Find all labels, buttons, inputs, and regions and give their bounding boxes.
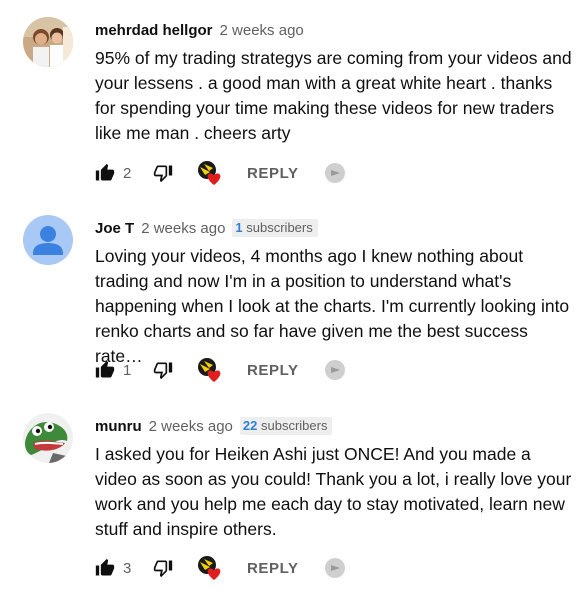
comment-actions: 1 REPLY [95,357,575,383]
comment-header: mehrdad hellgor 2 weeks ago [95,20,304,40]
author-name[interactable]: mehrdad hellgor [95,22,213,39]
creator-heart-badge [196,158,222,186]
thumbs-up-filled-icon [95,163,115,181]
thumbs-down-outline-icon [153,560,173,578]
extension-button[interactable] [324,357,346,383]
like-count: 3 [123,559,132,577]
default-person-avatar-icon [23,215,73,265]
dislike-button[interactable] [153,555,173,581]
comment-actions: 2 REPLY [95,160,575,186]
comment-text: 95% of my trading strategys are coming f… [95,48,572,143]
avatar[interactable] [23,17,73,67]
extension-button[interactable] [324,555,346,581]
like-button[interactable] [95,555,115,581]
creator-heart-icon [198,556,221,580]
dislike-button[interactable] [153,160,173,186]
like-button[interactable] [95,160,115,186]
subscriber-label: subscribers [257,418,328,433]
thumbs-up-filled-icon [95,360,115,378]
creator-heart-badge [196,355,222,383]
like-button[interactable] [95,357,115,383]
comment-header: Joe T 2 weeks ago 1 subscribers [95,218,318,238]
comment-time[interactable]: 2 weeks ago [141,220,225,237]
avatar[interactable] [23,413,73,463]
subscriber-badge: 1 subscribers [232,219,318,237]
like-count: 1 [123,361,132,379]
author-name[interactable]: Joe T [95,220,134,237]
thumbs-down-outline-icon [153,165,173,183]
comment-text: Loving your videos, 4 months ago I knew … [95,246,570,366]
subscriber-badge: 22 subscribers [239,417,333,435]
thumbs-down-outline-icon [153,362,173,380]
reply-button[interactable]: REPLY [247,160,299,186]
creator-heart-icon [198,358,221,382]
creator-heart-icon [198,161,221,185]
grey-round-icon [325,558,345,578]
comment-header: munru 2 weeks ago 22 subscribers [95,416,333,436]
comment-time[interactable]: 2 weeks ago [220,22,304,39]
reply-button[interactable]: REPLY [247,357,299,383]
photo-avatar-icon [23,17,73,67]
author-name[interactable]: munru [95,418,142,435]
like-count: 2 [123,164,132,182]
dislike-button[interactable] [153,357,173,383]
reply-button[interactable]: REPLY [247,555,299,581]
avatar[interactable] [23,215,73,265]
subscriber-count: 1 [235,220,243,235]
grey-round-icon [325,163,345,183]
subscriber-label: subscribers [242,220,313,235]
comment-time[interactable]: 2 weeks ago [149,418,233,435]
creator-heart-badge [196,553,222,581]
grey-round-icon [325,360,345,380]
thumbs-up-filled-icon [95,558,115,576]
subscriber-count: 22 [242,418,258,433]
comment-actions: 3 REPLY [95,555,575,581]
comment-text: I asked you for Heiken Ashi just ONCE! A… [95,444,572,539]
frog-avatar-icon [23,413,73,463]
extension-button[interactable] [324,160,346,186]
